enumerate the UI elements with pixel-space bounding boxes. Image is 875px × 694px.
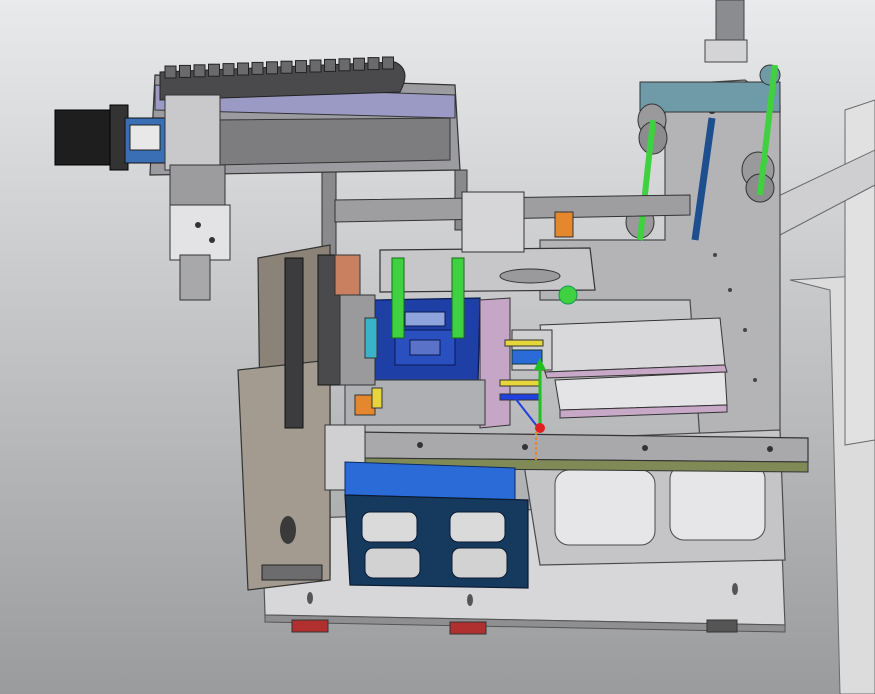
chain-link — [164, 65, 177, 79]
chain-link — [295, 60, 307, 74]
chain-link — [251, 61, 264, 75]
chain-link — [237, 62, 249, 76]
chain-link — [382, 56, 394, 70]
chain-link — [179, 64, 191, 78]
blue-base-cabinet[interactable] — [344, 461, 529, 589]
chain-link — [266, 61, 278, 75]
top-pipe — [715, 0, 745, 43]
chain-link — [353, 57, 365, 71]
chain-link — [367, 57, 380, 71]
chain-link — [338, 58, 351, 72]
chain-link — [309, 59, 322, 73]
cad-assembly-scene[interactable] — [0, 0, 875, 694]
top-pipe-clamp — [704, 39, 748, 63]
chain-link — [193, 64, 206, 78]
cad-viewport[interactable] — [0, 0, 875, 694]
chain-link — [222, 63, 235, 77]
chain-link — [280, 60, 293, 74]
chain-link — [208, 63, 220, 77]
chain-link — [324, 58, 336, 72]
